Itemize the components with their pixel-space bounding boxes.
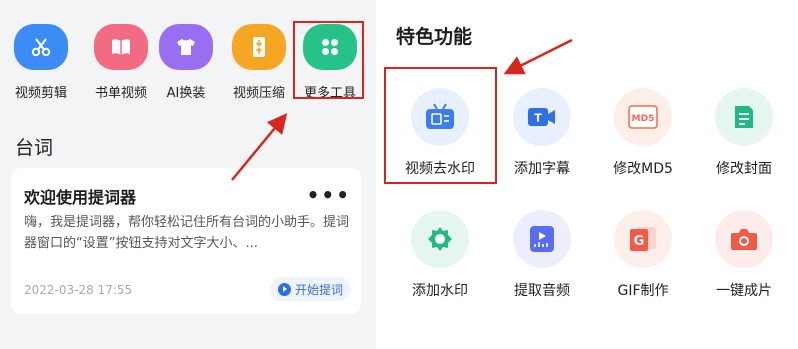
arrow-to-remove-watermark — [503, 38, 573, 75]
annotation-arrows — [231, 38, 573, 181]
arrow-to-more-tools — [231, 113, 288, 181]
